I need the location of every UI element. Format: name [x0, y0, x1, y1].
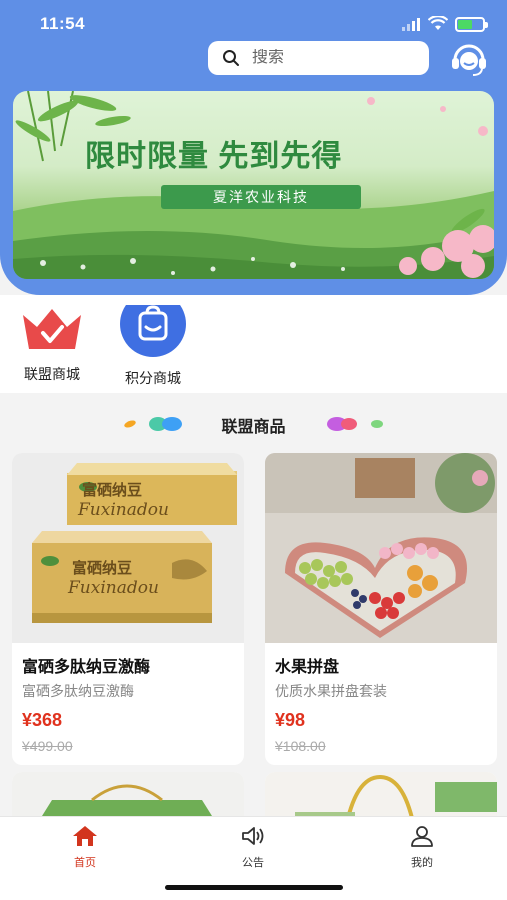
- status-bar: 11:54: [0, 0, 507, 46]
- product-desc: 优质水果拼盘套装: [275, 683, 387, 699]
- banner-subtitle: 夏洋农业科技: [161, 185, 361, 209]
- product-image-text-cn: 富硒纳豆: [82, 481, 142, 499]
- wifi-icon: [428, 16, 448, 30]
- product-original-price: ¥108.00: [275, 738, 326, 754]
- product-name: 富硒多肽纳豆激酶: [22, 659, 151, 676]
- tab-notice[interactable]: 公告: [213, 825, 293, 870]
- banner-headline: 限时限量 先到先得: [85, 140, 343, 173]
- product-image-text-en: Fuxinadou: [77, 500, 169, 520]
- product-price: ¥98: [275, 710, 306, 730]
- tab-label: 首页: [74, 857, 96, 869]
- category-label: 联盟商城: [24, 366, 80, 382]
- product-desc: 富硒多肽纳豆激酶: [22, 683, 134, 699]
- user-icon: [411, 826, 433, 847]
- product-name: 水果拼盘: [275, 659, 340, 676]
- product-image-text-cn-2: 富硒纳豆: [72, 559, 132, 577]
- status-time: 11:54: [40, 14, 86, 33]
- product-card[interactable]: 富硒纳豆 Fuxinadou 富硒纳豆 Fuxinadou 富硒多肽纳豆激酶 富…: [12, 453, 244, 765]
- battery-icon: [455, 17, 488, 32]
- search-bar[interactable]: [208, 41, 429, 75]
- product-original-price: ¥499.00: [22, 738, 73, 754]
- crown-icon: [23, 309, 81, 349]
- category-alliance-mall[interactable]: 联盟商城: [12, 305, 92, 384]
- home-indicator: [165, 885, 343, 890]
- home-icon: [73, 826, 97, 846]
- section-header: 联盟商品: [0, 400, 507, 444]
- category-points-mall[interactable]: 积分商城: [113, 291, 193, 388]
- cellular-signal-icon: [402, 18, 420, 31]
- product-card[interactable]: 水果拼盘 优质水果拼盘套装 ¥98 ¥108.00: [265, 453, 497, 765]
- customer-service-icon[interactable]: [449, 40, 489, 78]
- speaker-icon: [242, 827, 264, 845]
- product-price: ¥368: [22, 710, 63, 730]
- product-image-text-en-2: Fuxinadou: [67, 578, 159, 598]
- product-image: 富硒纳豆 Fuxinadou 富硒纳豆 Fuxinadou: [12, 453, 244, 643]
- tab-mine[interactable]: 我的: [382, 825, 462, 870]
- category-label: 积分商城: [125, 370, 181, 386]
- tab-label: 公告: [242, 857, 264, 869]
- category-section: 联盟商城 积分商城: [0, 291, 507, 393]
- shopping-bag-icon: [120, 291, 186, 357]
- search-icon: [223, 50, 239, 66]
- search-input[interactable]: [252, 49, 422, 67]
- title-decoration-right-icon: [327, 417, 383, 431]
- product-image: [265, 453, 497, 643]
- tab-home[interactable]: 首页: [45, 825, 125, 870]
- tab-label: 我的: [411, 857, 433, 869]
- promo-banner[interactable]: 限时限量 先到先得 夏洋农业科技: [13, 91, 494, 279]
- section-title: 联盟商品: [221, 419, 286, 436]
